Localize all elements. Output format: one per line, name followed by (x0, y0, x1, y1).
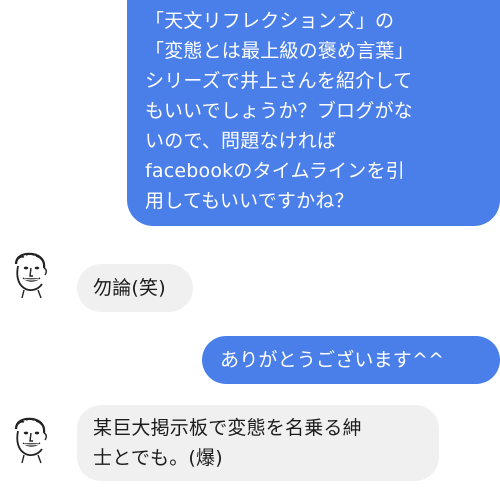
cartoon-face-icon[interactable] (10, 250, 48, 300)
outgoing-message-bubble[interactable]: 「天文リフレクションズ」の 「変態とは最上級の褒め言葉」 シリーズで井上さんを紹… (127, 0, 500, 226)
chat-thread: 「天文リフレクションズ」の 「変態とは最上級の褒め言葉」 シリーズで井上さんを紹… (0, 0, 500, 490)
outgoing-message-bubble[interactable]: ありがとうございます^^ (202, 336, 500, 384)
cartoon-face-icon[interactable] (10, 415, 48, 465)
incoming-message-bubble[interactable]: 某巨大掲示板で変態を名乗る紳 士とでも。(爆) (77, 405, 439, 481)
incoming-message-bubble[interactable]: 勿論(笑) (77, 264, 193, 312)
